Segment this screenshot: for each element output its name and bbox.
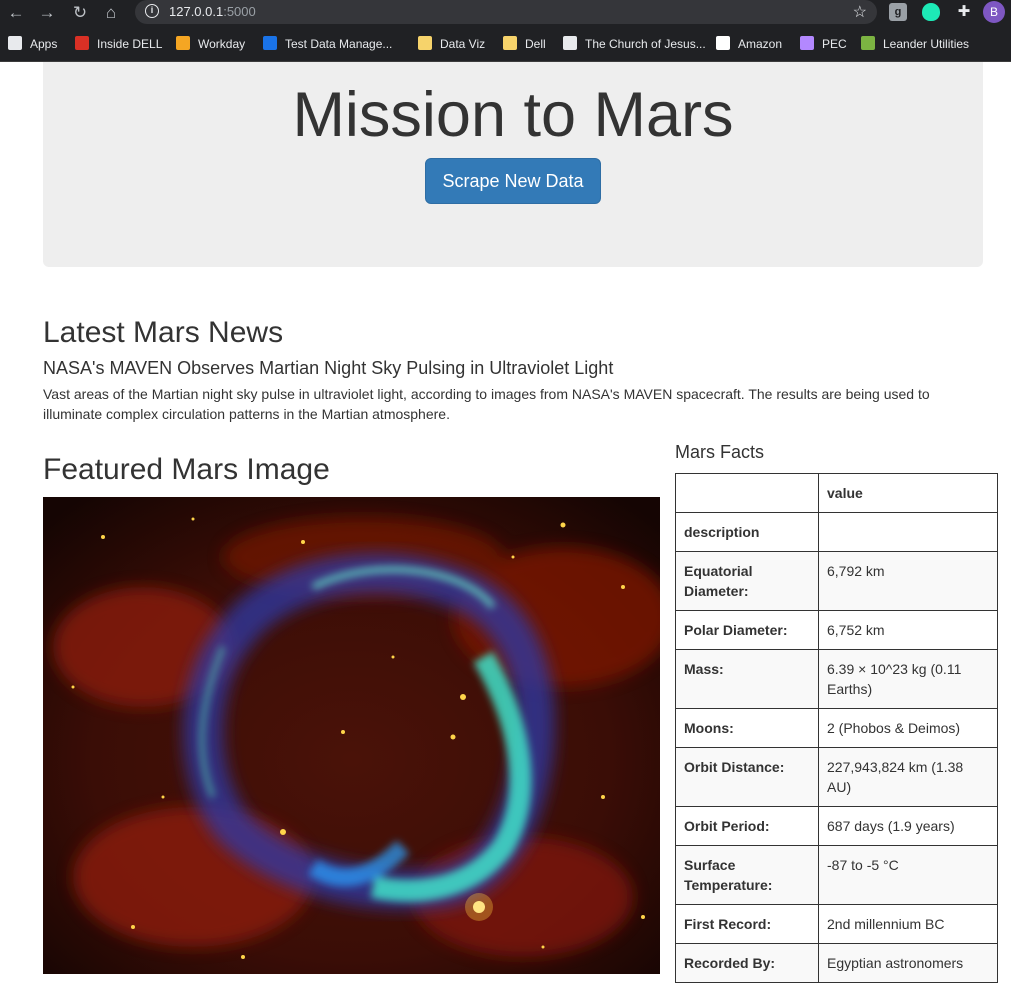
table-row: Surface Temperature: -87 to -5 °C [675,845,998,905]
bookmark-item[interactable]: PEC [800,36,847,54]
browser-toolbar: ← → ↻ ⌂ i 127.0.0.1:5000 ☆ g ✚ B [0,0,1011,26]
featured-mars-image [43,497,660,974]
back-arrow-icon[interactable]: ← [6,3,26,23]
fact-value: 6,792 km [818,551,998,611]
fact-value: 6,752 km [818,610,998,650]
bookmark-label: Leander Utilities [883,37,970,51]
news-section-title: Latest Mars News [43,316,284,349]
forward-arrow-icon[interactable]: → [37,3,57,23]
bookmark-item[interactable]: Inside DELL [75,36,162,54]
table-row: Equatorial Diameter: 6,792 km [675,551,998,611]
fact-key: Recorded By: [675,943,819,983]
scrape-new-data-button[interactable]: Scrape New Data [425,158,601,204]
leander-icon [861,36,875,50]
fact-value [818,512,998,552]
bookmark-label: Inside DELL [97,37,163,51]
page-title: Mission to Mars [292,80,734,150]
fact-key: Equatorial Diameter: [675,551,819,611]
bookmark-label: The Church of Jesus... [585,37,706,51]
dell-icon [263,36,277,50]
fact-key: Orbit Distance: [675,747,819,807]
address-bar[interactable]: i 127.0.0.1:5000 ☆ [135,0,877,24]
amazon-icon [716,36,730,50]
bookmark-label: PEC [822,37,847,51]
pec-icon [800,36,814,50]
table-row: First Record: 2nd millennium BC [675,904,998,944]
bookmark-item[interactable]: Leander Utilities [861,36,969,54]
featured-image-title: Featured Mars Image [43,453,330,486]
fact-value: Egyptian astronomers [818,943,998,983]
mars-facts-table: value description Equatorial Diameter: 6,7… [675,473,998,983]
fact-key: First Record: [675,904,819,944]
news-headline: NASA's MAVEN Observes Martian Night Sky … [43,358,614,378]
bookmark-label: Apps [30,37,58,51]
mars-facts-title: Mars Facts [675,442,765,462]
table-header-empty [675,473,819,513]
bookmarks-bar: Apps Inside DELL Workday Test Data Manage..… [0,26,1011,62]
apps-grid-icon [8,36,22,50]
bookmark-label: Test Data Manage... [285,37,393,51]
fact-value: 2nd millennium BC [818,904,998,944]
bookmark-label: Amazon [738,37,783,51]
bookmark-item[interactable]: Amazon [716,36,782,54]
puzzle-extensions-icon[interactable]: ✚ [955,3,973,21]
fact-value: 6.39 × 10^23 kg (0.11 Earths) [818,649,998,709]
jumbotron: Mission to Mars Scrape New Data [43,62,983,267]
profile-avatar[interactable]: B [983,1,1005,23]
table-row: Moons: 2 (Phobos & Deimos) [675,708,998,748]
fact-value: -87 to -5 °C [818,845,998,905]
site-info-icon[interactable]: i [145,4,159,18]
bookmark-item[interactable]: Workday [176,36,245,54]
folder-icon [503,36,517,50]
bookmark-star-icon[interactable]: ☆ [853,2,867,22]
fact-value: 227,943,824 km (1.38 AU) [818,747,998,807]
url-text[interactable]: 127.0.0.1:5000 [169,4,256,19]
table-row: description [675,512,998,552]
table-row: Mass: 6.39 × 10^23 kg (0.11 Earths) [675,649,998,709]
fact-key: Orbit Period: [675,806,819,846]
bookmark-item[interactable]: Apps [8,36,57,54]
globe-icon [563,36,577,50]
table-row: Orbit Distance: 227,943,824 km (1.38 AU) [675,747,998,807]
bookmark-item[interactable]: Test Data Manage... [263,36,392,54]
bookmark-label: Dell [525,37,546,51]
fact-key: Polar Diameter: [675,610,819,650]
bookmark-label: Data Viz [440,37,486,51]
bookmark-label: Workday [198,37,246,51]
workday-icon [176,36,190,50]
folder-icon [418,36,432,50]
fact-key: Moons: [675,708,819,748]
fact-key: Surface Temperature: [675,845,819,905]
table-row: Orbit Period: 687 days (1.9 years) [675,806,998,846]
table-header-value: value [818,473,998,513]
fact-value: 2 (Phobos & Deimos) [818,708,998,748]
fact-key: description [675,512,819,552]
fact-key: Mass: [675,649,819,709]
home-icon[interactable]: ⌂ [101,3,121,23]
bookmark-item[interactable]: Data Viz [418,36,485,54]
table-row: Recorded By: Egyptian astronomers [675,943,998,983]
bookmark-item[interactable]: The Church of Jesus... [563,36,706,54]
table-header-row: value [675,473,998,513]
news-body: Vast areas of the Martian night sky puls… [43,386,930,422]
shield-extension-icon[interactable] [922,3,940,21]
extension-icon[interactable]: g [889,3,907,21]
reload-icon[interactable]: ↻ [70,3,90,23]
bookmark-item[interactable]: Dell [503,36,546,54]
pf-icon [75,36,89,50]
fact-value: 687 days (1.9 years) [818,806,998,846]
table-row: Polar Diameter: 6,752 km [675,610,998,650]
